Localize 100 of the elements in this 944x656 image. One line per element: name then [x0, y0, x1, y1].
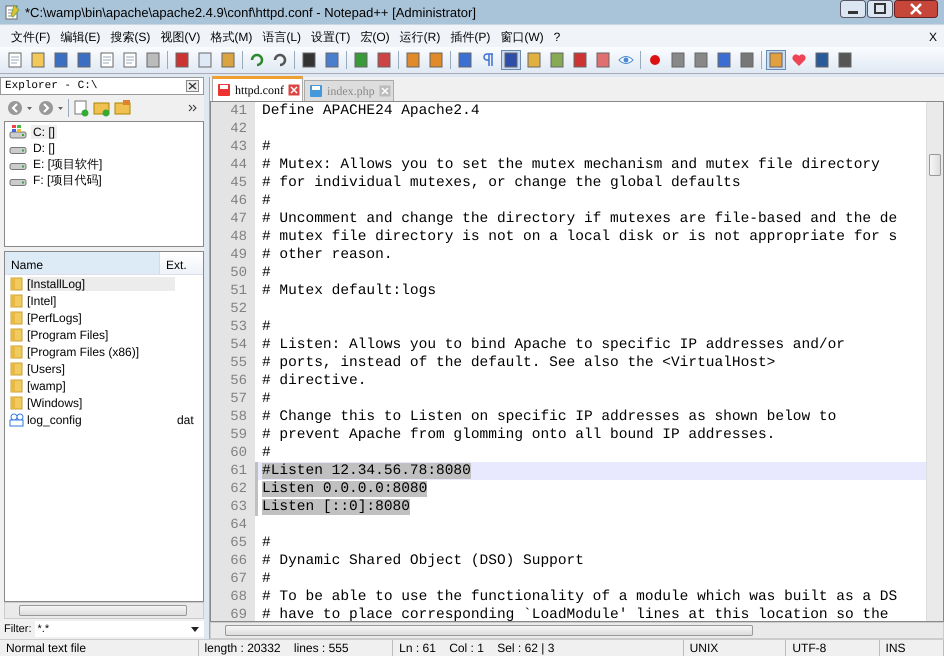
code-line: # [262, 139, 271, 155]
code-line: # directive. [262, 373, 366, 389]
column-header[interactable]: Name [5, 252, 160, 274]
code-line: # Uncomment and change the directory if mutexes are file-based and the de [262, 211, 898, 227]
redo-icon[interactable] [271, 51, 289, 69]
panel-title: Explorer - C:\ [5, 80, 98, 92]
file-row[interactable]: [Intel] [5, 292, 203, 309]
code-line: # [262, 265, 271, 281]
code-line: # [262, 445, 271, 461]
file-row[interactable]: [wamp] [5, 377, 203, 394]
code-line: # To be able to use the functionality of a module which was built as a DS [262, 589, 898, 605]
code-line: # prevent Apache from glomming onto all bound IP addresses. [262, 427, 776, 443]
status-text: INS [880, 640, 944, 656]
menu-item[interactable]: 设置(T) [306, 28, 356, 46]
code-line: # have to place corresponding `LoadModule' lines at this location so the [262, 607, 889, 621]
drive-icon [9, 179, 27, 186]
menu-item[interactable]: 视图(V) [155, 28, 206, 46]
status-text: UNIX [684, 640, 786, 656]
code-line: # [262, 193, 271, 209]
filter-dropdown[interactable]: *.* [34, 621, 204, 637]
drive-item[interactable]: D: [] [31, 141, 58, 155]
line-number: 42 [229, 120, 248, 138]
line-number: 67 [229, 570, 248, 588]
menu-item[interactable]: 运行(R) [394, 28, 446, 46]
line-number: 48 [229, 228, 248, 246]
code-line: Define APACHE24 Apache2.4 [262, 103, 480, 119]
file-tab[interactable]: httpd.conf [212, 76, 303, 101]
line-number: 47 [229, 210, 248, 228]
code-line: # Dynamic Shared Object (DSO) Support [262, 553, 584, 569]
line-number: 43 [229, 138, 248, 156]
menu-item[interactable]: 插件(P) [445, 28, 496, 46]
file-row[interactable]: [Program Files (x86)] [5, 343, 203, 360]
status-text: length : 20332 lines : 555 [198, 640, 394, 656]
code-line: # for individual mutexes, or change the global defaults [262, 175, 741, 191]
horizontal-scrollbar[interactable] [4, 602, 204, 619]
new-file-icon[interactable] [72, 99, 90, 117]
line-number: 58 [229, 408, 248, 426]
drive-item[interactable]: E: [项目软件] [31, 156, 104, 172]
file-row[interactable]: [Users] [5, 360, 203, 377]
vertical-scrollbar[interactable] [926, 102, 943, 621]
line-number: 69 [229, 606, 248, 621]
line-number: 45 [229, 174, 248, 192]
code-line: # other reason. [262, 247, 393, 263]
file-row[interactable]: [PerfLogs] [5, 309, 203, 326]
drive-icon [9, 147, 27, 154]
file-row[interactable]: [Program Files] [5, 326, 203, 343]
line-number: 56 [229, 372, 248, 390]
back-icon[interactable] [6, 99, 34, 117]
undo-icon[interactable] [248, 51, 266, 69]
file-icon [9, 412, 25, 426]
line-number: 55 [229, 354, 248, 372]
close-button[interactable] [894, 0, 938, 18]
column-header[interactable]: Ext. [160, 252, 187, 274]
line-number: 68 [229, 588, 248, 606]
code-line: # [262, 391, 271, 407]
code-line: # [262, 535, 271, 551]
line-number: 63 [229, 498, 248, 516]
dropdown-arrow-icon [191, 626, 199, 632]
maximize-button[interactable] [867, 0, 893, 18]
notepad-icon [4, 4, 20, 20]
code-line: # [262, 319, 271, 335]
status-text: Normal text file [0, 640, 198, 656]
file-row[interactable]: log_config dat [5, 411, 203, 428]
line-number: 64 [229, 516, 248, 534]
line-number: 41 [229, 102, 248, 120]
code-line: # Mutex default:logs [262, 283, 436, 299]
drive-icon [9, 163, 27, 170]
code-line: # ports, instead of the default. See also the <VirtualHost> [262, 355, 776, 371]
menu-item[interactable]: 搜索(S) [105, 28, 156, 46]
menu-item[interactable]: 文件(F) [6, 28, 56, 46]
drive-item[interactable]: C: [] [31, 125, 58, 139]
line-number: 52 [229, 300, 248, 318]
horizontal-scrollbar[interactable] [210, 622, 944, 639]
status-text: UTF-8 [786, 640, 880, 656]
chevron-icon[interactable] [188, 103, 198, 113]
line-number: 46 [229, 192, 248, 210]
menu-item[interactable]: ? [548, 30, 566, 44]
line-number: 44 [229, 156, 248, 174]
filter-label: Filter: [4, 623, 32, 635]
line-number: 50 [229, 264, 248, 282]
menu-item[interactable]: 语言(L) [257, 28, 306, 46]
drive-item[interactable]: F: [项目代码] [31, 172, 104, 188]
system-drive-icon [9, 125, 27, 139]
code-line: # Mutex: Allows you to set the mutex mechanism and mutex file directory [262, 157, 880, 173]
file-row[interactable]: [Windows] [5, 394, 203, 411]
line-number: 60 [229, 444, 248, 462]
menu-item[interactable]: 格式(M) [205, 28, 258, 46]
close-icon[interactable] [186, 80, 199, 92]
forward-icon[interactable] [37, 99, 65, 117]
close-document-button[interactable]: X [924, 30, 942, 44]
code-line: # Change this to Listen on specific IP addresses as shown below to [262, 409, 836, 425]
minimize-button[interactable] [840, 0, 866, 18]
menu-item[interactable]: 宏(O) [355, 28, 395, 46]
page-icon[interactable] [6, 51, 24, 69]
menu-item[interactable]: 窗口(W) [495, 28, 549, 46]
code-line: # [262, 571, 271, 587]
menu-item[interactable]: 编辑(E) [55, 28, 106, 46]
line-number: 51 [229, 282, 248, 300]
line-number: 61 [229, 462, 248, 480]
status-text: Ln : 61 Col : 1 Sel : 62 | 3 [393, 640, 684, 656]
